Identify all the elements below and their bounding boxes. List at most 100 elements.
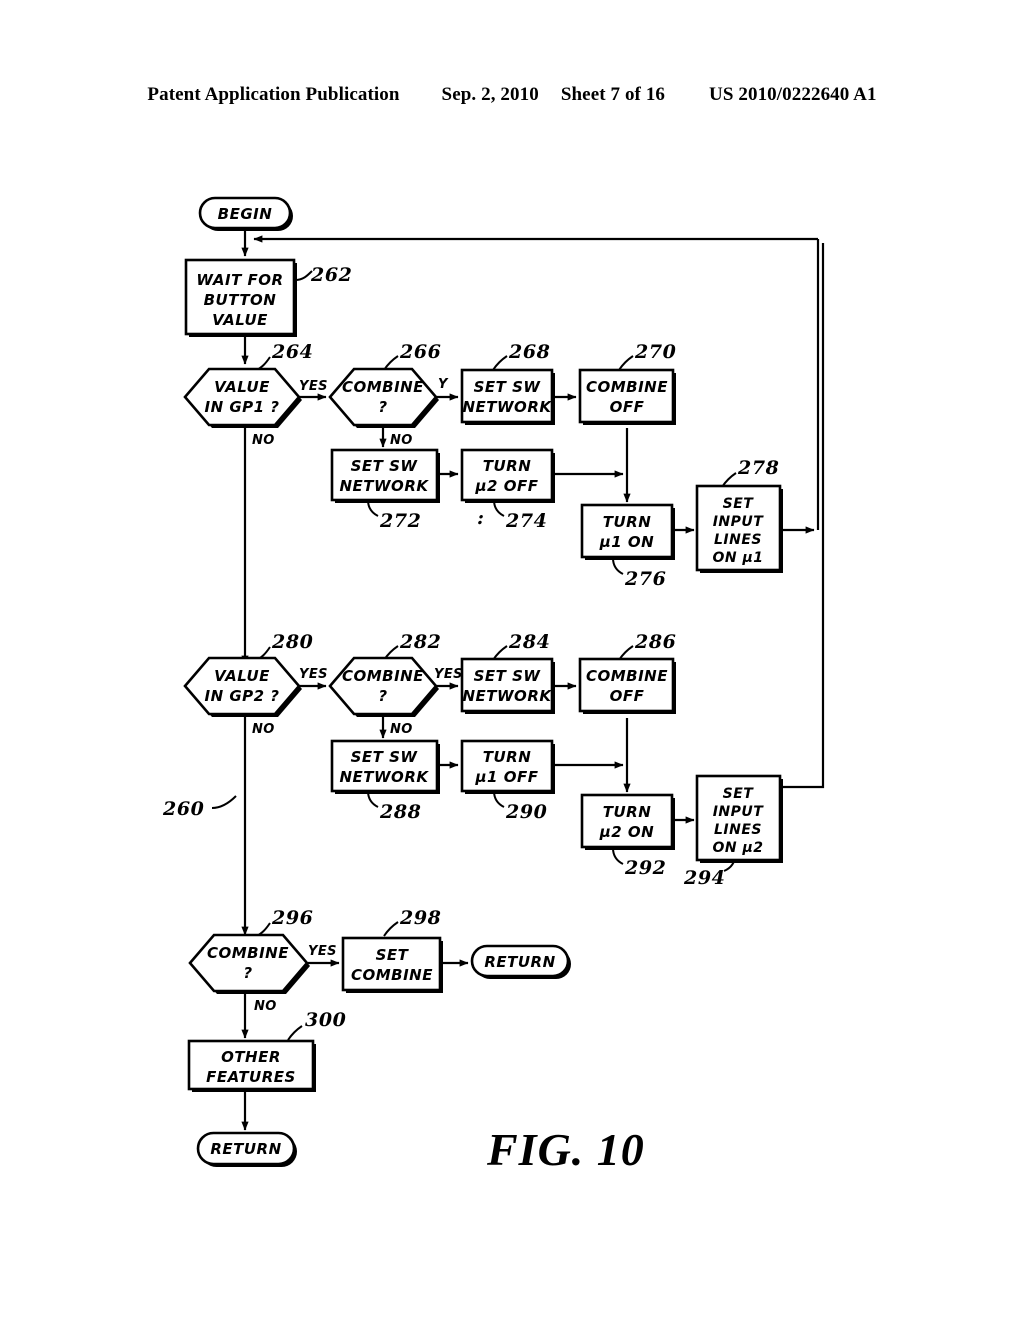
ref-label-284: 284 [508, 631, 550, 653]
node-other-features-300[interactable]: OTHER FEATURES [187, 1039, 316, 1092]
node-return-top[interactable]: RETURN [470, 944, 571, 979]
node-294-line1: SET [723, 786, 755, 802]
node-274-line1: TURN [483, 457, 532, 475]
node-268-line2: NETWORK [462, 398, 552, 416]
node-288-line2: NETWORK [339, 768, 429, 786]
node-set-input-lines-on-u1-278[interactable]: SET INPUT LINES ON µ1 [695, 484, 783, 573]
node-274-line2: µ2 OFF [475, 477, 539, 495]
node-turn-u1-on-276[interactable]: TURN µ1 ON [580, 503, 675, 560]
edge-label-280-no: NO [252, 722, 275, 737]
ref-label-282: 282 [399, 631, 441, 653]
node-278-line1: SET [723, 496, 755, 512]
ref-label-296: 296 [271, 907, 313, 929]
ref-label-300: 300 [305, 1009, 346, 1031]
node-combine-decision-282[interactable]: COMBINE ? [328, 656, 439, 717]
ref-label-280: 280 [271, 631, 313, 653]
node-300-line1: OTHER [221, 1048, 281, 1066]
node-286-line1: COMBINE [586, 667, 668, 685]
node-282-line1: COMBINE [342, 667, 424, 685]
edge-label-264-no: NO [252, 433, 275, 448]
node-280-line2: IN GP2 ? [204, 687, 279, 705]
node-set-sw-network-272[interactable]: SET SW NETWORK [330, 448, 440, 503]
node-284-line2: NETWORK [462, 687, 552, 705]
stray-colon-mark: : [477, 507, 485, 529]
node-272-line1: SET SW [351, 457, 419, 475]
ref-label-264: 264 [271, 341, 313, 363]
node-294-line2: INPUT [713, 804, 765, 820]
node-262-line2: BUTTON [204, 291, 277, 309]
ref-label-286: 286 [634, 631, 676, 653]
ref-label-292: 292 [624, 857, 666, 879]
node-combine-off-270[interactable]: COMBINE OFF [578, 368, 676, 425]
node-290-line2: µ1 OFF [475, 768, 539, 786]
leader-300 [287, 1025, 303, 1041]
edge-label-266-no: NO [390, 433, 413, 448]
node-value-in-gp2-decision[interactable]: VALUE IN GP2 ? [183, 656, 302, 717]
figure-title: FIG. 10 [486, 1124, 645, 1175]
node-return-top-label: RETURN [484, 953, 555, 971]
node-270-line2: OFF [610, 398, 645, 416]
node-298-line1: SET [376, 946, 410, 964]
node-278-line4: ON µ1 [712, 550, 763, 566]
node-264-line1: VALUE [214, 378, 270, 396]
ref-label-260: 260 [162, 798, 204, 820]
node-290-line1: TURN [483, 748, 532, 766]
node-set-sw-network-268[interactable]: SET SW NETWORK [460, 368, 555, 425]
node-return-bottom-label: RETURN [210, 1140, 281, 1158]
leader-270 [618, 355, 634, 371]
leader-298 [383, 921, 399, 937]
node-266-line1: COMBINE [342, 378, 424, 396]
leader-268 [492, 355, 508, 371]
ref-label-270: 270 [634, 341, 676, 363]
node-262-line3: VALUE [212, 311, 268, 329]
ref-label-298: 298 [399, 907, 441, 929]
edge-label-282-yes: YES [434, 667, 463, 682]
node-set-sw-network-284[interactable]: SET SW NETWORK [460, 657, 555, 714]
leader-292 [612, 847, 624, 865]
node-wait-for-button-value[interactable]: WAIT FOR BUTTON VALUE [184, 258, 297, 337]
edge-label-296-yes: YES [308, 944, 337, 959]
node-begin[interactable]: BEGIN [198, 196, 293, 231]
node-286-line2: OFF [610, 687, 645, 705]
node-value-in-gp1-decision[interactable]: VALUE IN GP1 ? [183, 367, 302, 428]
node-296-line1: COMBINE [207, 944, 289, 962]
node-298-line2: COMBINE [351, 966, 433, 984]
node-turn-u2-on-292[interactable]: TURN µ2 ON [580, 793, 675, 850]
node-276-line1: TURN [603, 513, 652, 531]
node-268-line1: SET SW [474, 378, 542, 396]
ref-label-274: 274 [505, 510, 547, 532]
node-296-line2: ? [243, 964, 252, 982]
node-combine-off-286[interactable]: COMBINE OFF [578, 657, 676, 714]
node-294-line3: LINES [714, 822, 762, 838]
node-set-input-lines-on-u2-294[interactable]: SET INPUT LINES ON µ2 [695, 774, 783, 863]
edge-label-266-y: Y [438, 377, 449, 392]
node-266-line2: ? [378, 398, 387, 416]
ref-label-266: 266 [399, 341, 441, 363]
edge-label-264-yes: YES [299, 379, 328, 394]
node-combine-decision-266[interactable]: COMBINE ? [328, 367, 439, 428]
node-turn-u2-off-274[interactable]: TURN µ2 OFF [460, 448, 555, 503]
edge-label-296-no: NO [254, 999, 277, 1014]
node-return-bottom[interactable]: RETURN [196, 1131, 297, 1167]
ref-label-278: 278 [737, 457, 779, 479]
node-set-sw-network-288[interactable]: SET SW NETWORK [330, 739, 440, 794]
edge-label-282-no: NO [390, 722, 413, 737]
node-272-line2: NETWORK [339, 477, 429, 495]
ref-label-288: 288 [379, 801, 421, 823]
node-set-combine-298[interactable]: SET COMBINE [341, 936, 443, 993]
node-278-line2: INPUT [713, 514, 765, 530]
node-262-line1: WAIT FOR [196, 271, 283, 289]
leader-262 [294, 270, 313, 281]
node-284-line1: SET SW [474, 667, 542, 685]
node-turn-u1-off-290[interactable]: TURN µ1 OFF [460, 739, 555, 794]
node-280-line1: VALUE [214, 667, 270, 685]
node-282-line2: ? [378, 687, 387, 705]
leader-276 [612, 557, 624, 575]
node-combine-decision-296[interactable]: COMBINE ? [188, 933, 310, 994]
leader-260 [211, 795, 237, 809]
bus-right-lower [780, 243, 825, 789]
node-292-line1: TURN [603, 803, 652, 821]
node-begin-label: BEGIN [218, 205, 273, 223]
ref-label-262: 262 [310, 264, 352, 286]
ref-label-272: 272 [379, 510, 421, 532]
